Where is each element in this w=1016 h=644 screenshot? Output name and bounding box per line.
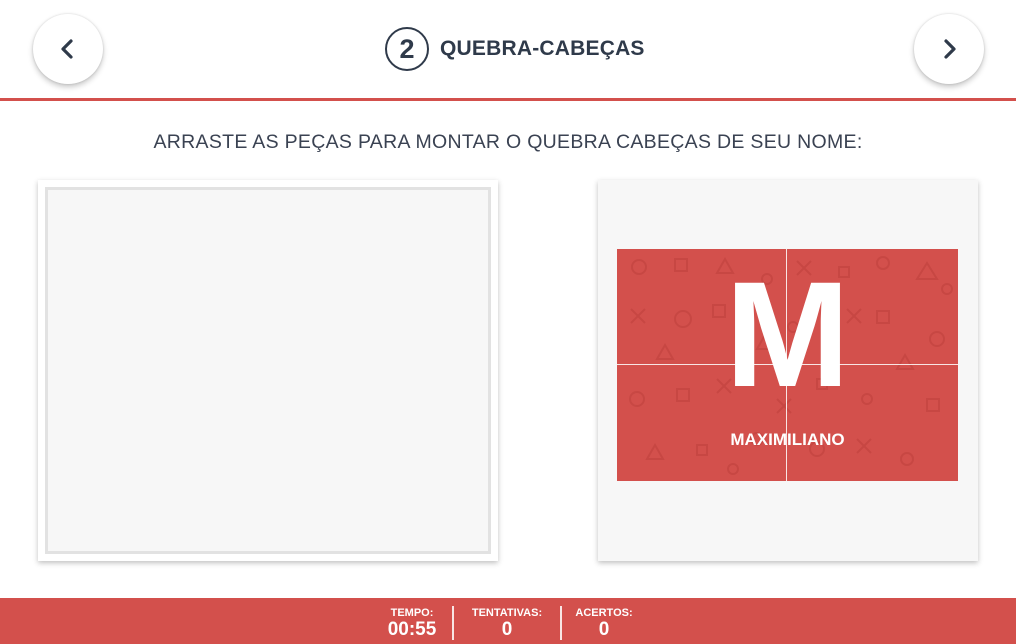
chevron-right-icon <box>944 39 956 59</box>
step-indicator: 2 QUEBRA-CABEÇAS <box>385 27 645 71</box>
puzzle-piece-2[interactable] <box>787 249 958 365</box>
tries-value: 0 <box>501 619 513 640</box>
step-number: 2 <box>385 27 429 71</box>
header-bar: 2 QUEBRA-CABEÇAS <box>0 0 1016 101</box>
puzzle-piece-1[interactable] <box>617 249 787 365</box>
stats-group: TEMPO: 00:55 TENTATIVAS: 0 ACERTOS: 0 <box>372 606 646 640</box>
puzzle-board <box>38 180 498 561</box>
puzzle-pieces <box>617 249 958 481</box>
page-title: QUEBRA-CABEÇAS <box>440 37 645 60</box>
hits-label: ACERTOS: <box>575 607 633 619</box>
tries-label: TENTATIVAS: <box>471 607 543 619</box>
status-bar: TEMPO: 00:55 TENTATIVAS: 0 ACERTOS: 0 <box>0 598 1016 644</box>
tries-stat: TENTATIVAS: 0 <box>452 606 560 640</box>
pieces-tray: M MAXIMILIANO <box>598 180 978 561</box>
puzzle-image: M MAXIMILIANO <box>617 249 958 481</box>
next-button[interactable] <box>914 14 984 84</box>
puzzle-piece-3[interactable] <box>617 365 787 481</box>
drop-zone[interactable] <box>45 187 491 554</box>
time-value: 00:55 <box>387 619 437 640</box>
time-label: TEMPO: <box>390 607 434 619</box>
instruction-text: ARRASTE AS PEÇAS PARA MONTAR O QUEBRA CA… <box>153 131 863 153</box>
time-stat: TEMPO: 00:55 <box>372 606 452 640</box>
chevron-left-icon <box>61 39 73 59</box>
previous-button[interactable] <box>33 14 103 84</box>
puzzle-piece-4[interactable] <box>787 365 958 481</box>
hits-value: 0 <box>598 619 610 640</box>
hits-stat: ACERTOS: 0 <box>560 606 646 640</box>
